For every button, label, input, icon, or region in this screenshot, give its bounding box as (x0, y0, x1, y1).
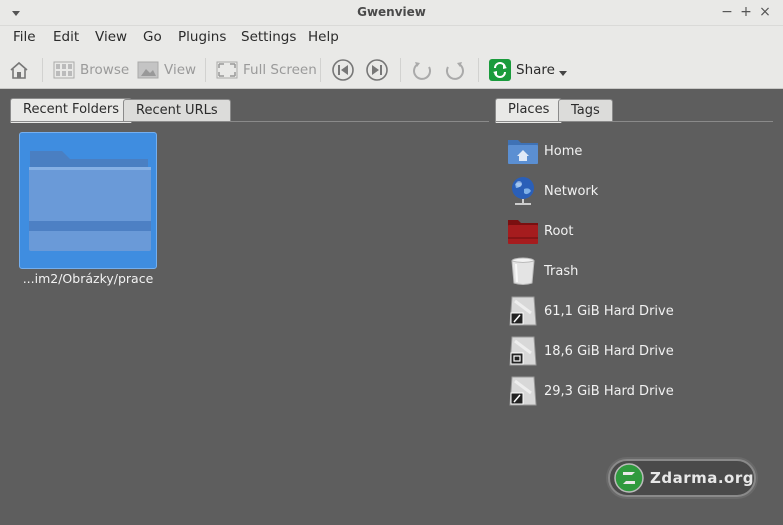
place-network[interactable]: Network (507, 175, 598, 207)
main-toolbar: Browse View Full Screen Share (0, 50, 783, 89)
tab-recent-urls[interactable]: Recent URLs (123, 99, 231, 122)
place-network-label: Network (544, 183, 599, 199)
hard-drive-icon (509, 376, 537, 406)
menu-view[interactable]: View (95, 29, 127, 45)
rotate-right-icon (446, 62, 464, 80)
menu-go[interactable]: Go (143, 29, 162, 45)
place-drive-29[interactable]: 29,3 GiB Hard Drive (507, 375, 674, 407)
folder-icon (29, 151, 151, 251)
fullscreen-icon (216, 61, 238, 79)
maximize-button[interactable]: + (738, 4, 754, 20)
browse-label: Browse (80, 62, 130, 78)
toolbar-separator (320, 58, 321, 82)
menu-file[interactable]: File (13, 29, 36, 45)
next-button[interactable] (365, 58, 389, 82)
tab-recent-folders[interactable]: Recent Folders (10, 98, 133, 123)
home-folder-icon (508, 140, 538, 164)
view-image-icon (137, 61, 159, 79)
view-label: View (164, 62, 197, 78)
hard-drive-icon (509, 336, 537, 366)
place-home[interactable]: Home (507, 135, 582, 167)
menu-plugins[interactable]: Plugins (178, 29, 226, 45)
menu-bar: File Edit View Go Plugins Settings Help (0, 26, 783, 50)
recent-folder-item[interactable] (19, 132, 157, 269)
chevron-down-icon (558, 71, 567, 76)
tab-tags[interactable]: Tags (558, 99, 613, 122)
minimize-button[interactable]: − (719, 4, 735, 20)
place-root-label: Root (544, 223, 574, 239)
place-drive-61-label: 61,1 GiB Hard Drive (544, 303, 674, 319)
toolbar-separator (478, 58, 479, 82)
window-title: Gwenview (357, 5, 426, 19)
menu-edit[interactable]: Edit (53, 29, 79, 45)
tab-divider (10, 121, 489, 122)
place-root[interactable]: Root (507, 215, 573, 247)
tab-places-label: Places (508, 102, 550, 117)
rotate-left-button[interactable] (411, 58, 435, 82)
browse-grid-icon (53, 61, 75, 79)
tab-places[interactable]: Places (495, 98, 563, 123)
browse-button[interactable]: Browse (53, 58, 129, 82)
trash-icon (511, 257, 535, 285)
previous-button[interactable] (331, 58, 355, 82)
previous-icon (332, 59, 354, 81)
place-trash[interactable]: Trash (507, 255, 578, 287)
place-drive-18-label: 18,6 GiB Hard Drive (544, 343, 674, 359)
rotate-right-button[interactable] (442, 58, 466, 82)
watermark: Zdarma.org (608, 459, 756, 497)
tab-divider (495, 121, 773, 122)
red-folder-icon (508, 220, 538, 244)
home-icon (10, 61, 28, 79)
title-bar: Gwenview − + × (0, 0, 783, 26)
share-icon (489, 59, 511, 81)
tab-tags-label: Tags (571, 103, 600, 118)
zdarma-logo-icon (614, 463, 644, 493)
place-drive-61[interactable]: 61,1 GiB Hard Drive (507, 295, 674, 327)
place-drive-29-label: 29,3 GiB Hard Drive (544, 383, 674, 399)
close-button[interactable]: × (757, 4, 773, 20)
toolbar-separator (205, 58, 206, 82)
tab-recent-folders-label: Recent Folders (23, 102, 120, 117)
network-globe-icon (512, 177, 534, 205)
place-drive-18[interactable]: 18,6 GiB Hard Drive (507, 335, 674, 367)
view-button[interactable]: View (137, 58, 196, 82)
toolbar-separator (400, 58, 401, 82)
toolbar-separator (42, 58, 43, 82)
hard-drive-icon (509, 296, 537, 326)
next-icon (366, 59, 388, 81)
rotate-left-icon (413, 62, 431, 80)
place-home-label: Home (544, 143, 583, 159)
home-button[interactable] (8, 58, 30, 82)
menu-settings[interactable]: Settings (241, 29, 296, 45)
watermark-text: Zdarma.org (649, 469, 754, 487)
share-button[interactable]: Share (489, 58, 568, 82)
fullscreen-label: Full Screen (243, 62, 317, 78)
recent-folder-label: ...im2/Obrázky/prace (22, 271, 154, 286)
share-label: Share (516, 62, 555, 78)
menu-help[interactable]: Help (308, 29, 339, 45)
place-trash-label: Trash (544, 263, 579, 279)
fullscreen-button[interactable]: Full Screen (216, 58, 317, 82)
tab-recent-urls-label: Recent URLs (136, 103, 218, 118)
